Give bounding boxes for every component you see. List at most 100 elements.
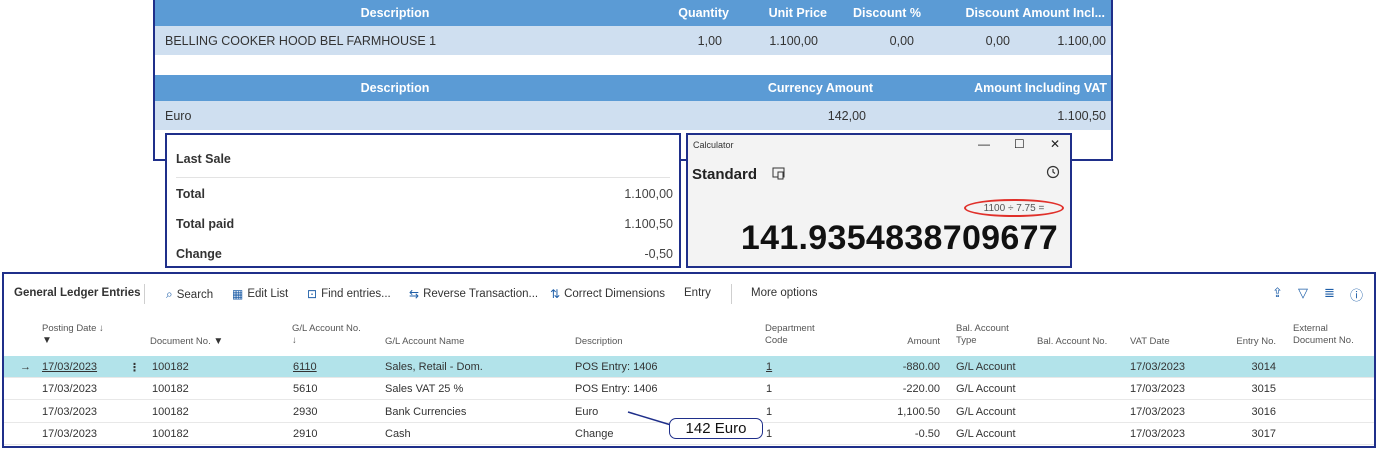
last-sale-title: Last Sale	[176, 152, 231, 166]
cell-description: POS Entry: 1406	[575, 356, 745, 378]
cell-gl-account-no[interactable]: 2910	[293, 423, 353, 445]
cell-document-no-text: 100182	[152, 383, 189, 396]
cell-department-code[interactable]: 1	[766, 378, 806, 400]
cell-gl-account-no-text: 2930	[293, 405, 318, 418]
col-external-doc-no[interactable]: External Document No.	[1293, 323, 1354, 347]
calculator-caption: Calculator	[693, 140, 734, 150]
edit-list-button[interactable]: ▦ Edit List	[232, 287, 288, 301]
dimensions-icon: ⇅	[550, 287, 561, 301]
total-label: Total	[176, 187, 205, 201]
col-gl-account-name[interactable]: G/L Account Name	[385, 336, 464, 348]
total-value: 1.100,00	[624, 187, 673, 201]
cell-vat-date-text: 17/03/2023	[1130, 427, 1186, 440]
cell-vat-date: 17/03/2023	[1130, 356, 1210, 378]
cell-gl-account-name: Sales, Retail - Dom.	[385, 356, 555, 378]
cell-gl-account-name-text: Cash	[385, 427, 411, 440]
reverse-label: Reverse Transaction...	[423, 288, 539, 300]
cell-department-code[interactable]: 1	[766, 356, 806, 378]
info-icon[interactable]: ⓘ	[1350, 285, 1363, 304]
list-view-icon[interactable]: ≣	[1324, 285, 1335, 301]
cell-bal-account-type: G/L Account	[956, 356, 1036, 378]
cell-posting-date[interactable]: 17/03/2023	[42, 423, 122, 445]
cell-gl-account-name-text: Bank Currencies	[385, 405, 467, 418]
cell-posting-date[interactable]: 17/03/2023	[42, 401, 122, 423]
col-amount-incl[interactable]: Amount Incl...	[1021, 0, 1105, 26]
cell-posting-date-text: 17/03/2023	[42, 361, 98, 373]
filter-icon: ▼	[42, 335, 52, 346]
col-unit-price[interactable]: Unit Price	[735, 0, 827, 26]
sale-line-row[interactable]: BELLING COOKER HOOD BEL FARMHOUSE 1 1,00…	[155, 26, 1111, 55]
table-row[interactable]: 17/03/2023 100182 5610 Sales VAT 25 % POS En…	[4, 378, 1374, 401]
correct-dimensions-button[interactable]: ⇅ Correct Dimensions	[550, 287, 665, 301]
cell-gl-account-name-text: Sales, Retail - Dom.	[385, 361, 483, 373]
col-discount-pct[interactable]: Discount %	[827, 0, 921, 26]
minimize-button[interactable]: —	[978, 137, 990, 151]
col-gl-account-no[interactable]: G/L Account No. ↓	[292, 323, 361, 347]
cell-posting-date-text: 17/03/2023	[42, 383, 98, 396]
col-bal-account-type[interactable]: Bal. Account Type	[956, 323, 1009, 347]
callout-annotation: 142 Euro	[669, 418, 763, 439]
search-button[interactable]: ⌕ Search	[166, 287, 213, 302]
col-currency-amount[interactable]: Currency Amount	[715, 75, 873, 101]
col-amount[interactable]: Amount	[874, 336, 940, 348]
more-options-button[interactable]: More options	[751, 287, 817, 299]
keep-on-top-icon[interactable]	[772, 167, 785, 183]
row-actions-icon[interactable]: ⋮	[129, 356, 140, 378]
history-icon[interactable]	[1046, 165, 1060, 182]
cell-document-no: 100182	[152, 356, 232, 378]
cell-document-no-text: 100182	[152, 361, 189, 373]
sale-line-description: BELLING COOKER HOOD BEL FARMHOUSE 1	[165, 33, 437, 48]
find-entries-label: Find entries...	[321, 288, 391, 300]
cell-gl-account-no[interactable]: 6110	[293, 356, 353, 378]
payment-lines-header: Description Currency Amount Amount Inclu…	[155, 75, 1111, 101]
maximize-button[interactable]: ☐	[1014, 137, 1025, 151]
cell-vat-date: 17/03/2023	[1130, 378, 1210, 400]
cell-gl-account-name: Cash	[385, 423, 555, 445]
cell-gl-account-name-text: Sales VAT 25 %	[385, 383, 464, 396]
table-row[interactable]: → ⋮ 17/03/2023 100182 6110 Sales, Retail - Do…	[4, 356, 1374, 378]
cell-department-code[interactable]: 1	[766, 401, 806, 423]
col-posting-date[interactable]: Posting Date ↓ ▼	[42, 323, 104, 347]
last-sale-panel: Last Sale Total 1.100,00 Total paid 1.10…	[165, 133, 681, 268]
cell-bal-account-type-text: G/L Account	[956, 383, 1016, 396]
cell-document-no-text: 100182	[152, 427, 189, 440]
cell-description-text: POS Entry: 1406	[575, 383, 658, 396]
col-vat-date[interactable]: VAT Date	[1130, 336, 1170, 348]
cell-amount-text: -880.00	[902, 361, 940, 373]
cell-amount-text: 1,100.50	[897, 405, 940, 418]
cell-posting-date[interactable]: 17/03/2023	[42, 378, 122, 400]
col-description[interactable]: Description	[155, 0, 635, 26]
reverse-transaction-button[interactable]: ⇆ Reverse Transaction...	[409, 287, 538, 301]
share-icon[interactable]: ⇪	[1272, 285, 1283, 301]
cell-gl-account-no[interactable]: 5610	[293, 378, 353, 400]
entry-menu[interactable]: Entry	[684, 287, 711, 299]
col-payment-description[interactable]: Description	[155, 75, 635, 101]
cell-vat-date: 17/03/2023	[1130, 401, 1210, 423]
filter-icon[interactable]: ▽	[1298, 285, 1308, 301]
sale-line-unit-price: 1.100,00	[769, 33, 818, 48]
cell-entry-no: 3014	[1224, 356, 1276, 378]
col-bal-account-no[interactable]: Bal. Account No.	[1037, 336, 1107, 348]
col-document-no[interactable]: Document No. ▼	[150, 336, 223, 348]
col-amount-incl-vat[interactable]: Amount Including VAT	[915, 75, 1107, 101]
last-sale-change: Change -0,50	[176, 247, 673, 265]
cell-department-code[interactable]: 1	[766, 423, 806, 445]
close-button[interactable]: ✕	[1050, 137, 1060, 151]
cell-gl-account-no[interactable]: 2930	[293, 401, 353, 423]
edit-list-icon: ▦	[232, 287, 244, 301]
cell-posting-date[interactable]: 17/03/2023	[42, 356, 122, 378]
col-quantity[interactable]: Quantity	[635, 0, 729, 26]
search-label: Search	[176, 288, 214, 301]
search-icon: ⌕	[166, 287, 173, 301]
cell-amount-text: -220.00	[902, 383, 940, 396]
col-discount[interactable]: Discount	[925, 0, 1019, 26]
payment-line-row[interactable]: Euro 142,00 1.100,50	[155, 101, 1111, 130]
cell-bal-account-type: G/L Account	[956, 423, 1036, 445]
cell-department-code-text: 1	[766, 405, 773, 418]
col-bal-account-type-line2: Type	[956, 335, 977, 346]
col-entry-no[interactable]: Entry No.	[1224, 336, 1276, 348]
cell-gl-account-name: Bank Currencies	[385, 401, 555, 423]
col-description[interactable]: Description	[575, 336, 623, 348]
col-department-code[interactable]: Department Code	[765, 323, 815, 347]
find-entries-button[interactable]: ⊡ Find entries...	[307, 287, 391, 301]
